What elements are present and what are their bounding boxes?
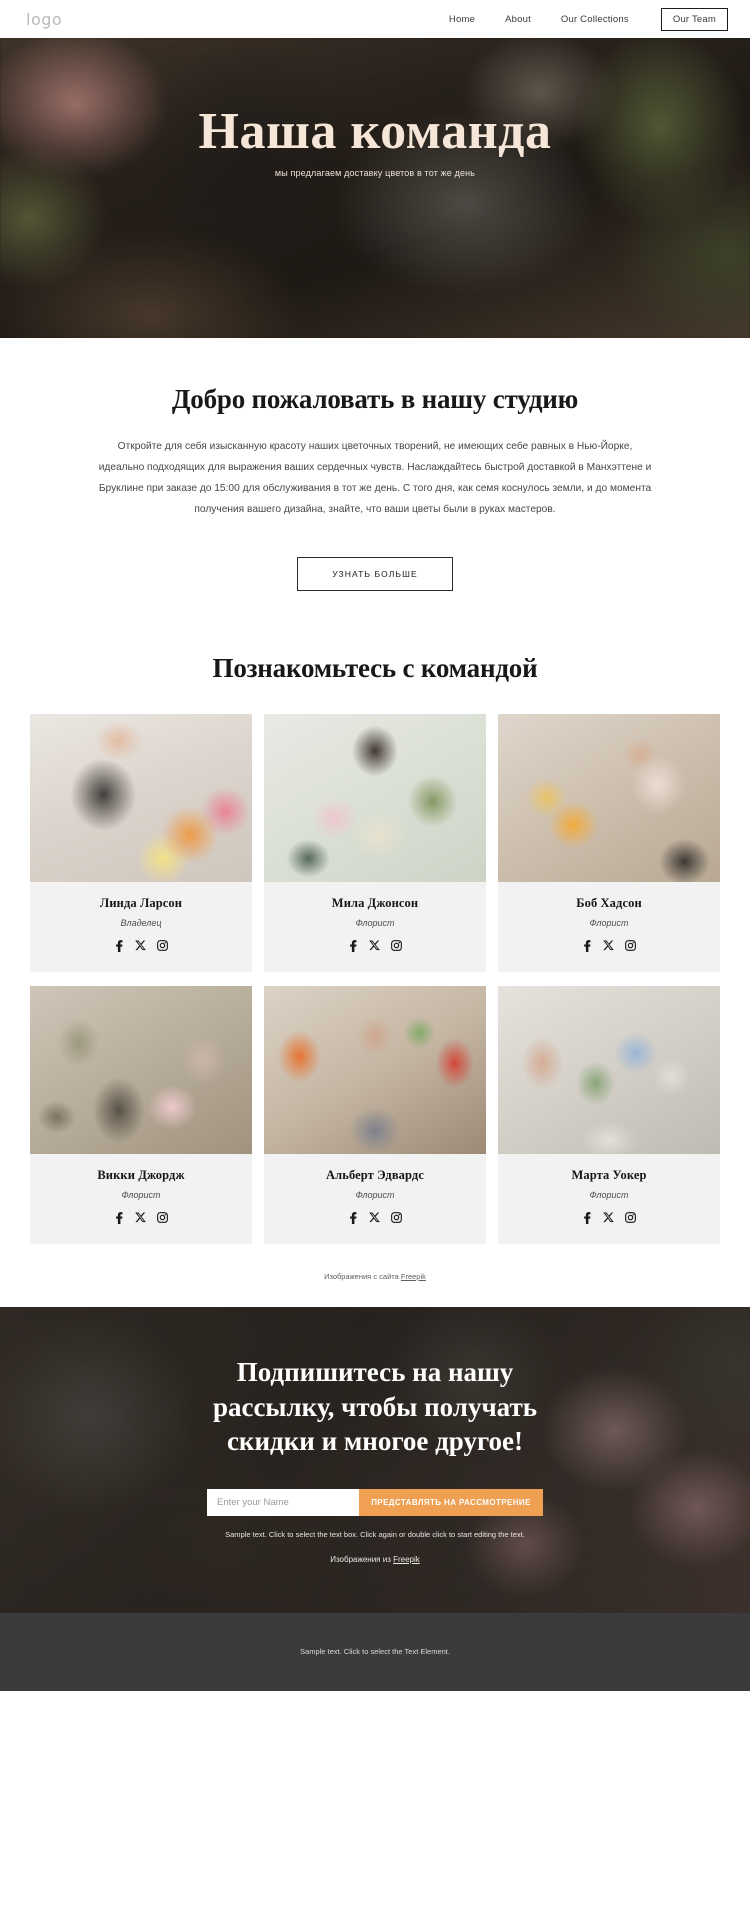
x-twitter-icon[interactable] xyxy=(369,1212,380,1223)
social-links xyxy=(506,939,712,952)
nav-item-our-collections[interactable]: Our Collections xyxy=(561,14,629,25)
x-twitter-icon[interactable] xyxy=(135,1212,146,1223)
page-root: logo Home About Our Collections Our Team… xyxy=(0,0,750,1691)
team-member-role: Флорист xyxy=(589,1189,629,1200)
welcome-section: Добро пожаловать в нашу студию Откройте … xyxy=(0,338,750,591)
team-card[interactable]: Линда Ларсон Владелец xyxy=(30,713,252,972)
instagram-icon[interactable] xyxy=(625,1212,636,1224)
facebook-icon[interactable] xyxy=(582,939,592,952)
team-member-photo xyxy=(30,985,252,1154)
footer-text: Sample text. Click to select the Text El… xyxy=(300,1647,450,1657)
team-card[interactable]: Боб Хадсон Флорист xyxy=(498,713,720,972)
team-member-name: Мила Джонсон xyxy=(331,895,419,910)
site-header: logo Home About Our Collections Our Team xyxy=(0,0,750,38)
team-member-name: Боб Хадсон xyxy=(576,895,642,910)
team-member-role: Флорист xyxy=(589,917,629,928)
facebook-icon[interactable] xyxy=(348,1211,358,1224)
team-member-photo xyxy=(264,985,486,1154)
team-card[interactable]: Викки Джордж Флорист xyxy=(30,985,252,1244)
instagram-icon[interactable] xyxy=(157,940,168,952)
newsletter-section: Подпишитесь на нашу рассылку, чтобы полу… xyxy=(0,1306,750,1613)
team-card[interactable]: Мила Джонсон Флорист xyxy=(264,713,486,972)
team-member-role: Флорист xyxy=(121,1189,161,1200)
team-attribution-link[interactable]: Freepik xyxy=(401,1272,426,1281)
newsletter-attribution-prefix: Изображения из xyxy=(330,1554,394,1564)
team-card[interactable]: Альберт Эдвардс Флорист xyxy=(264,985,486,1244)
facebook-icon[interactable] xyxy=(582,1211,592,1224)
team-member-photo xyxy=(498,985,720,1154)
facebook-icon[interactable] xyxy=(348,939,358,952)
welcome-title: Добро пожаловать в нашу студию xyxy=(171,384,579,414)
nav-item-about[interactable]: About xyxy=(505,14,531,25)
main-navigation: Home About Our Collections Our Team xyxy=(449,7,728,31)
team-attribution: Изображения с сайта Freepik xyxy=(0,1272,750,1307)
nav-item-our-team[interactable]: Our Team xyxy=(660,7,728,31)
team-member-photo xyxy=(498,713,720,882)
team-title: Познакомьтесь с командой xyxy=(212,652,538,683)
team-card[interactable]: Марта Уокер Флорист xyxy=(498,985,720,1244)
nav-item-home[interactable]: Home xyxy=(449,14,475,25)
x-twitter-icon[interactable] xyxy=(603,940,614,951)
newsletter-submit-button[interactable]: ПРЕДСТАВЛЯТЬ НА РАССМОТРЕНИЕ xyxy=(359,1488,543,1516)
social-links xyxy=(38,939,244,952)
team-grid: Линда Ларсон Владелец Мила Джонсон Флори xyxy=(30,713,720,1244)
instagram-icon[interactable] xyxy=(391,1212,402,1224)
site-footer: Sample text. Click to select the Text El… xyxy=(0,1612,750,1691)
facebook-icon[interactable] xyxy=(114,939,124,952)
newsletter-note: Sample text. Click to select the text bo… xyxy=(225,1529,525,1539)
x-twitter-icon[interactable] xyxy=(135,940,146,951)
newsletter-attribution: Изображения из Freepik xyxy=(330,1555,420,1564)
social-links xyxy=(506,1211,712,1224)
team-member-name: Альберт Эдвардс xyxy=(326,1167,424,1182)
newsletter-title: Подпишитесь на нашу рассылку, чтобы полу… xyxy=(212,1357,538,1457)
welcome-paragraph: Откройте для себя изысканную красоту наш… xyxy=(98,441,652,515)
newsletter-name-input[interactable] xyxy=(207,1488,359,1516)
hero-subtitle: мы предлагаем доставку цветов в тот же д… xyxy=(274,168,476,178)
hero-title: Наша команда xyxy=(198,103,552,160)
x-twitter-icon[interactable] xyxy=(369,940,380,951)
team-member-name: Линда Ларсон xyxy=(99,895,183,910)
social-links xyxy=(272,1211,478,1224)
instagram-icon[interactable] xyxy=(625,940,636,952)
team-attribution-prefix: Изображения с сайта xyxy=(324,1271,401,1281)
team-section: Познакомьтесь с командой Линда Ларсон Вл… xyxy=(0,590,750,1307)
instagram-icon[interactable] xyxy=(391,940,402,952)
site-logo[interactable]: logo xyxy=(26,10,62,29)
team-member-role: Флорист xyxy=(355,1189,395,1200)
facebook-icon[interactable] xyxy=(114,1211,124,1224)
social-links xyxy=(38,1211,244,1224)
team-member-role: Владелец xyxy=(120,917,162,928)
newsletter-attribution-link[interactable]: Freepik xyxy=(393,1555,420,1564)
team-member-name: Марта Уокер xyxy=(571,1167,647,1182)
hero-banner: Наша команда мы предлагаем доставку цвет… xyxy=(0,38,750,338)
learn-more-button[interactable]: УЗНАТЬ БОЛЬШЕ xyxy=(297,556,453,591)
team-member-role: Флорист xyxy=(355,917,395,928)
social-links xyxy=(272,939,478,952)
team-member-photo xyxy=(264,713,486,882)
newsletter-form: ПРЕДСТАВЛЯТЬ НА РАССМОТРЕНИЕ xyxy=(207,1488,543,1516)
team-member-name: Викки Джордж xyxy=(97,1167,185,1182)
x-twitter-icon[interactable] xyxy=(603,1212,614,1223)
instagram-icon[interactable] xyxy=(157,1212,168,1224)
team-member-photo xyxy=(30,713,252,882)
